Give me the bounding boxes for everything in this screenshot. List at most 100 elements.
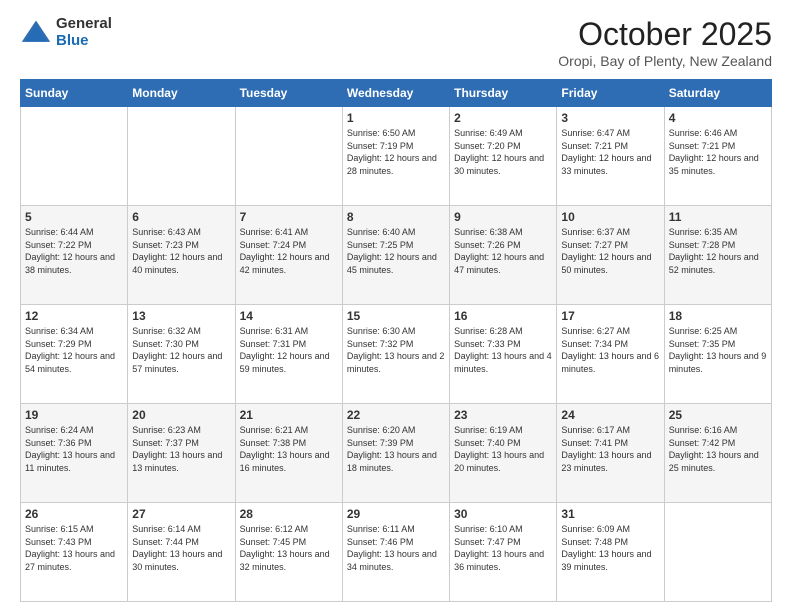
day-number: 12 (25, 309, 123, 323)
day-info: Sunrise: 6:49 AM Sunset: 7:20 PM Dayligh… (454, 127, 552, 177)
week-row-2: 5Sunrise: 6:44 AM Sunset: 7:22 PM Daylig… (21, 206, 772, 305)
header-wednesday: Wednesday (342, 80, 449, 107)
calendar-cell (128, 107, 235, 206)
day-info: Sunrise: 6:20 AM Sunset: 7:39 PM Dayligh… (347, 424, 445, 474)
calendar-cell: 26 Sunrise: 6:15 AM Sunset: 7:43 PM Dayli… (21, 503, 128, 602)
page: General Blue October 2025 Oropi, Bay of … (0, 0, 792, 612)
day-number: 30 (454, 507, 552, 521)
header-friday: Friday (557, 80, 664, 107)
calendar-cell: 20Sunrise: 6:23 AM Sunset: 7:37 PM Dayli… (128, 404, 235, 503)
calendar-cell: 8Sunrise: 6:40 AM Sunset: 7:25 PM Daylig… (342, 206, 449, 305)
day-info: Sunrise: 6:10 AM Sunset: 7:47 PM Dayligh… (454, 523, 552, 573)
calendar-cell: 23Sunrise: 6:19 AM Sunset: 7:40 PM Dayli… (450, 404, 557, 503)
day-number: 19 (25, 408, 123, 422)
day-info: Sunrise: 6:19 AM Sunset: 7:40 PM Dayligh… (454, 424, 552, 474)
calendar-cell (21, 107, 128, 206)
day-info: Sunrise: 6:30 AM Sunset: 7:32 PM Dayligh… (347, 325, 445, 375)
day-number: 16 (454, 309, 552, 323)
day-number: 28 (240, 507, 338, 521)
day-info: Sunrise: 6:24 AM Sunset: 7:36 PM Dayligh… (25, 424, 123, 474)
day-number: 11 (669, 210, 767, 224)
day-number: 24 (561, 408, 659, 422)
day-number: 25 (669, 408, 767, 422)
day-info: Sunrise: 6:15 AM Sunset: 7:43 PM Dayligh… (25, 523, 123, 573)
calendar-cell: 24 Sunrise: 6:17 AM Sunset: 7:41 PM Dayli… (557, 404, 664, 503)
month-title: October 2025 (558, 16, 772, 53)
calendar-cell: 10Sunrise: 6:37 AM Sunset: 7:27 PM Dayli… (557, 206, 664, 305)
calendar-cell: 22 Sunrise: 6:20 AM Sunset: 7:39 PM Dayli… (342, 404, 449, 503)
day-info: Sunrise: 6:16 AM Sunset: 7:42 PM Dayligh… (669, 424, 767, 474)
header-thursday: Thursday (450, 80, 557, 107)
calendar-table: Sunday Monday Tuesday Wednesday Thursday… (20, 79, 772, 602)
day-info: Sunrise: 6:11 AM Sunset: 7:46 PM Dayligh… (347, 523, 445, 573)
day-number: 9 (454, 210, 552, 224)
day-info: Sunrise: 6:41 AM Sunset: 7:24 PM Dayligh… (240, 226, 338, 276)
calendar-cell: 5Sunrise: 6:44 AM Sunset: 7:22 PM Daylig… (21, 206, 128, 305)
location-subtitle: Oropi, Bay of Plenty, New Zealand (558, 53, 772, 69)
calendar-cell: 25 Sunrise: 6:16 AM Sunset: 7:42 PM Dayli… (664, 404, 771, 503)
day-number: 18 (669, 309, 767, 323)
day-info: Sunrise: 6:46 AM Sunset: 7:21 PM Dayligh… (669, 127, 767, 177)
day-number: 3 (561, 111, 659, 125)
day-number: 10 (561, 210, 659, 224)
day-number: 13 (132, 309, 230, 323)
calendar-cell: 16 Sunrise: 6:28 AM Sunset: 7:33 PM Dayli… (450, 305, 557, 404)
logo-text: General Blue (56, 16, 112, 49)
day-info: Sunrise: 6:32 AM Sunset: 7:30 PM Dayligh… (132, 325, 230, 375)
day-info: Sunrise: 6:28 AM Sunset: 7:33 PM Dayligh… (454, 325, 552, 375)
day-number: 14 (240, 309, 338, 323)
calendar-cell: 14 Sunrise: 6:31 AM Sunset: 7:31 PM Dayli… (235, 305, 342, 404)
day-number: 27 (132, 507, 230, 521)
calendar-cell: 19 Sunrise: 6:24 AM Sunset: 7:36 PM Dayli… (21, 404, 128, 503)
day-info: Sunrise: 6:31 AM Sunset: 7:31 PM Dayligh… (240, 325, 338, 375)
day-info: Sunrise: 6:27 AM Sunset: 7:34 PM Dayligh… (561, 325, 659, 375)
day-info: Sunrise: 6:34 AM Sunset: 7:29 PM Dayligh… (25, 325, 123, 375)
calendar-cell: 2 Sunrise: 6:49 AM Sunset: 7:20 PM Daylig… (450, 107, 557, 206)
week-row-4: 19 Sunrise: 6:24 AM Sunset: 7:36 PM Dayli… (21, 404, 772, 503)
calendar-cell: 3 Sunrise: 6:47 AM Sunset: 7:21 PM Daylig… (557, 107, 664, 206)
header-monday: Monday (128, 80, 235, 107)
day-info: Sunrise: 6:43 AM Sunset: 7:23 PM Dayligh… (132, 226, 230, 276)
day-number: 4 (669, 111, 767, 125)
logo-blue-text: Blue (56, 33, 112, 50)
calendar-cell: 12 Sunrise: 6:34 AM Sunset: 7:29 PM Dayli… (21, 305, 128, 404)
week-row-3: 12 Sunrise: 6:34 AM Sunset: 7:29 PM Dayli… (21, 305, 772, 404)
week-row-5: 26 Sunrise: 6:15 AM Sunset: 7:43 PM Dayli… (21, 503, 772, 602)
calendar-cell: 13 Sunrise: 6:32 AM Sunset: 7:30 PM Dayli… (128, 305, 235, 404)
day-info: Sunrise: 6:47 AM Sunset: 7:21 PM Dayligh… (561, 127, 659, 177)
day-number: 15 (347, 309, 445, 323)
day-number: 20 (132, 408, 230, 422)
day-info: Sunrise: 6:25 AM Sunset: 7:35 PM Dayligh… (669, 325, 767, 375)
day-info: Sunrise: 6:35 AM Sunset: 7:28 PM Dayligh… (669, 226, 767, 276)
calendar-cell: 9 Sunrise: 6:38 AM Sunset: 7:26 PM Daylig… (450, 206, 557, 305)
day-number: 1 (347, 111, 445, 125)
calendar-cell: 21Sunrise: 6:21 AM Sunset: 7:38 PM Dayli… (235, 404, 342, 503)
day-number: 31 (561, 507, 659, 521)
day-info: Sunrise: 6:38 AM Sunset: 7:26 PM Dayligh… (454, 226, 552, 276)
calendar-cell: 15 Sunrise: 6:30 AM Sunset: 7:32 PM Dayli… (342, 305, 449, 404)
day-info: Sunrise: 6:14 AM Sunset: 7:44 PM Dayligh… (132, 523, 230, 573)
day-info: Sunrise: 6:17 AM Sunset: 7:41 PM Dayligh… (561, 424, 659, 474)
calendar-cell: 6 Sunrise: 6:43 AM Sunset: 7:23 PM Daylig… (128, 206, 235, 305)
day-info: Sunrise: 6:40 AM Sunset: 7:25 PM Dayligh… (347, 226, 445, 276)
day-number: 26 (25, 507, 123, 521)
calendar-cell: 27 Sunrise: 6:14 AM Sunset: 7:44 PM Dayli… (128, 503, 235, 602)
title-block: October 2025 Oropi, Bay of Plenty, New Z… (558, 16, 772, 69)
calendar-cell: 31Sunrise: 6:09 AM Sunset: 7:48 PM Dayli… (557, 503, 664, 602)
calendar-cell (664, 503, 771, 602)
week-row-1: 1Sunrise: 6:50 AM Sunset: 7:19 PM Daylig… (21, 107, 772, 206)
calendar-cell: 4 Sunrise: 6:46 AM Sunset: 7:21 PM Daylig… (664, 107, 771, 206)
day-number: 6 (132, 210, 230, 224)
logo: General Blue (20, 16, 112, 49)
calendar-cell: 7Sunrise: 6:41 AM Sunset: 7:24 PM Daylig… (235, 206, 342, 305)
calendar-cell: 30 Sunrise: 6:10 AM Sunset: 7:47 PM Dayli… (450, 503, 557, 602)
calendar-cell: 11 Sunrise: 6:35 AM Sunset: 7:28 PM Dayli… (664, 206, 771, 305)
day-number: 2 (454, 111, 552, 125)
day-info: Sunrise: 6:44 AM Sunset: 7:22 PM Dayligh… (25, 226, 123, 276)
day-number: 29 (347, 507, 445, 521)
header-saturday: Saturday (664, 80, 771, 107)
header-sunday: Sunday (21, 80, 128, 107)
day-info: Sunrise: 6:12 AM Sunset: 7:45 PM Dayligh… (240, 523, 338, 573)
header-tuesday: Tuesday (235, 80, 342, 107)
day-number: 22 (347, 408, 445, 422)
